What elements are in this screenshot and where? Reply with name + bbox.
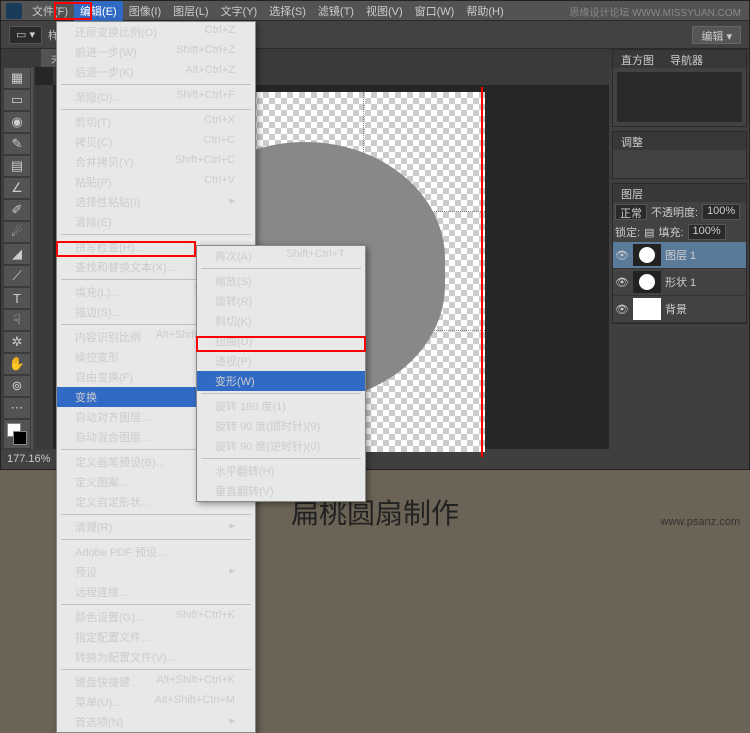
menu-item[interactable]: 旋转 90 度(顺时针)(9) bbox=[197, 416, 365, 436]
ruler-vertical bbox=[35, 85, 53, 449]
panels: 直方图 导航器 调整 图层 正常 不透明度: 100% 锁定: ▤ 填充: 10… bbox=[612, 49, 747, 449]
visibility-icon[interactable]: 👁 bbox=[615, 249, 629, 262]
menu-item[interactable]: 转换为配置文件(V)... bbox=[57, 647, 255, 667]
app-logo bbox=[6, 3, 22, 19]
status-bar: 177.16% bbox=[1, 451, 56, 469]
menu-item[interactable]: 透视(P) bbox=[197, 351, 365, 371]
toolbox: ▦▭◉✎▤∠✐☄◢⟋T☟✲✋⊚⋯ bbox=[3, 67, 33, 449]
menu-item[interactable]: 键盘快捷键...Alt+Shift+Ctrl+K bbox=[57, 672, 255, 692]
adjustments-panel: 调整 bbox=[612, 131, 747, 179]
tool-button[interactable]: ✐ bbox=[3, 199, 31, 221]
lock-icon[interactable]: ▤ bbox=[644, 226, 654, 239]
tab-histogram[interactable]: 直方图 bbox=[613, 50, 662, 68]
layer-name: 图层 1 bbox=[665, 247, 696, 263]
menu-item[interactable]: 选择性粘贴(I) bbox=[57, 192, 255, 212]
tool-button[interactable]: ✎ bbox=[3, 133, 31, 155]
tool-button[interactable]: ⊚ bbox=[3, 375, 31, 397]
blend-mode[interactable]: 正常 bbox=[615, 204, 647, 220]
watermark: 思缘设计论坛 WWW.MISSYUAN.COM bbox=[569, 4, 741, 19]
menu-item[interactable]: 斜切(K) bbox=[197, 311, 365, 331]
menu-item[interactable]: 旋转 180 度(1) bbox=[197, 396, 365, 416]
tool-button[interactable]: ◢ bbox=[3, 243, 31, 265]
menu-help[interactable]: 帮助(H) bbox=[460, 1, 509, 21]
menu-filter[interactable]: 滤镜(T) bbox=[312, 1, 360, 21]
tool-button[interactable]: ☟ bbox=[3, 309, 31, 331]
lock-label: 锁定: bbox=[615, 224, 640, 240]
menu-item[interactable]: 指定配置文件... bbox=[57, 627, 255, 647]
tool-button[interactable]: ∠ bbox=[3, 177, 31, 199]
menu-layer[interactable]: 图层(L) bbox=[167, 1, 214, 21]
opacity-input[interactable]: 100% bbox=[702, 204, 740, 220]
menu-image[interactable]: 图像(I) bbox=[123, 1, 167, 21]
tool-button[interactable]: ▤ bbox=[3, 155, 31, 177]
menu-item: 合并拷贝(Y)Shift+Ctrl+C bbox=[57, 152, 255, 172]
menu-item[interactable]: 缩放(S) bbox=[197, 271, 365, 291]
visibility-icon[interactable]: 👁 bbox=[615, 276, 629, 289]
menu-view[interactable]: 视图(V) bbox=[360, 1, 409, 21]
watermark-bottom: www.psanz.com bbox=[661, 516, 740, 528]
tab-layers[interactable]: 图层 bbox=[613, 184, 651, 202]
menu-item[interactable]: 垂直翻转(V) bbox=[197, 481, 365, 501]
layer-item[interactable]: 👁 背景 bbox=[613, 296, 746, 323]
tab-navigator[interactable]: 导航器 bbox=[662, 50, 711, 68]
menu-item[interactable]: 粘贴(P)Ctrl+V bbox=[57, 172, 255, 192]
menu-item[interactable]: 颜色设置(G)...Shift+Ctrl+K bbox=[57, 607, 255, 627]
menu-item[interactable]: 变形(W) bbox=[197, 371, 365, 391]
menu-item[interactable]: Adobe PDF 预设... bbox=[57, 542, 255, 562]
transform-submenu: 再次(A)Shift+Ctrl+T缩放(S)旋转(R)斜切(K)扭曲(D)透视(… bbox=[196, 245, 366, 502]
layer-thumb bbox=[633, 244, 661, 266]
menu-item: 清除(E) bbox=[57, 212, 255, 232]
tool-button[interactable]: ▭ bbox=[3, 89, 31, 111]
histogram-panel: 直方图 导航器 bbox=[612, 49, 747, 127]
menu-item[interactable]: 远程连接... bbox=[57, 582, 255, 602]
tool-button[interactable]: ▦ bbox=[3, 67, 31, 89]
fill-label: 填充: bbox=[658, 224, 683, 240]
menu-item[interactable]: 旋转(R) bbox=[197, 291, 365, 311]
menu-item: 拷贝(C)Ctrl+C bbox=[57, 132, 255, 152]
menu-window[interactable]: 窗口(W) bbox=[409, 1, 461, 21]
menu-item[interactable]: 菜单(U)...Alt+Shift+Ctrl+M bbox=[57, 692, 255, 712]
opacity-label: 不透明度: bbox=[651, 204, 698, 220]
layer-thumb bbox=[633, 271, 661, 293]
tool-button[interactable]: ✲ bbox=[3, 331, 31, 353]
tab-adjustments[interactable]: 调整 bbox=[613, 132, 651, 150]
tool-button[interactable]: ✋ bbox=[3, 353, 31, 375]
histogram bbox=[617, 72, 742, 122]
annotation-line bbox=[481, 87, 483, 457]
layer-thumb bbox=[633, 298, 661, 320]
layer-item[interactable]: 👁 形状 1 bbox=[613, 269, 746, 296]
menu-item[interactable]: 旋转 90 度(逆时针)(0) bbox=[197, 436, 365, 456]
tool-button[interactable]: ◉ bbox=[3, 111, 31, 133]
tool-preset[interactable]: ▭ ▾ bbox=[9, 26, 42, 44]
layer-name: 形状 1 bbox=[665, 274, 696, 290]
menu-select[interactable]: 选择(S) bbox=[263, 1, 312, 21]
annotation-box bbox=[56, 241, 196, 257]
menu-type[interactable]: 文字(Y) bbox=[215, 1, 264, 21]
layer-item[interactable]: 👁 图层 1 bbox=[613, 242, 746, 269]
color-swatches[interactable] bbox=[3, 419, 31, 449]
menu-item[interactable]: 预设 bbox=[57, 562, 255, 582]
menu-item[interactable]: 还原变换比例(O)Ctrl+Z bbox=[57, 22, 255, 42]
menu-item: 再次(A)Shift+Ctrl+T bbox=[197, 246, 365, 266]
menu-item: 渐隐(D)...Shift+Ctrl+F bbox=[57, 87, 255, 107]
menu-item[interactable]: 水平翻转(H) bbox=[197, 461, 365, 481]
visibility-icon[interactable]: 👁 bbox=[615, 303, 629, 316]
workspace-button[interactable]: 编辑 ▾ bbox=[692, 26, 741, 44]
tool-button[interactable]: ☄ bbox=[3, 221, 31, 243]
tool-button[interactable]: T bbox=[3, 287, 31, 309]
annotation-box bbox=[54, 2, 92, 20]
menu-item: 剪切(T)Ctrl+X bbox=[57, 112, 255, 132]
tool-button[interactable]: ⟋ bbox=[3, 265, 31, 287]
layer-name: 背景 bbox=[665, 301, 687, 317]
menu-item[interactable]: 清理(R) bbox=[57, 517, 255, 537]
layers-panel: 图层 正常 不透明度: 100% 锁定: ▤ 填充: 100% 👁 图层 1 👁… bbox=[612, 183, 747, 324]
tool-button[interactable]: ⋯ bbox=[3, 397, 31, 419]
fill-input[interactable]: 100% bbox=[688, 224, 726, 240]
annotation-box bbox=[196, 336, 366, 352]
menu-item[interactable]: 首选项(N) bbox=[57, 712, 255, 732]
menu-item[interactable]: 后退一步(K)Alt+Ctrl+Z bbox=[57, 62, 255, 82]
menu-item[interactable]: 前进一步(W)Shift+Ctrl+Z bbox=[57, 42, 255, 62]
